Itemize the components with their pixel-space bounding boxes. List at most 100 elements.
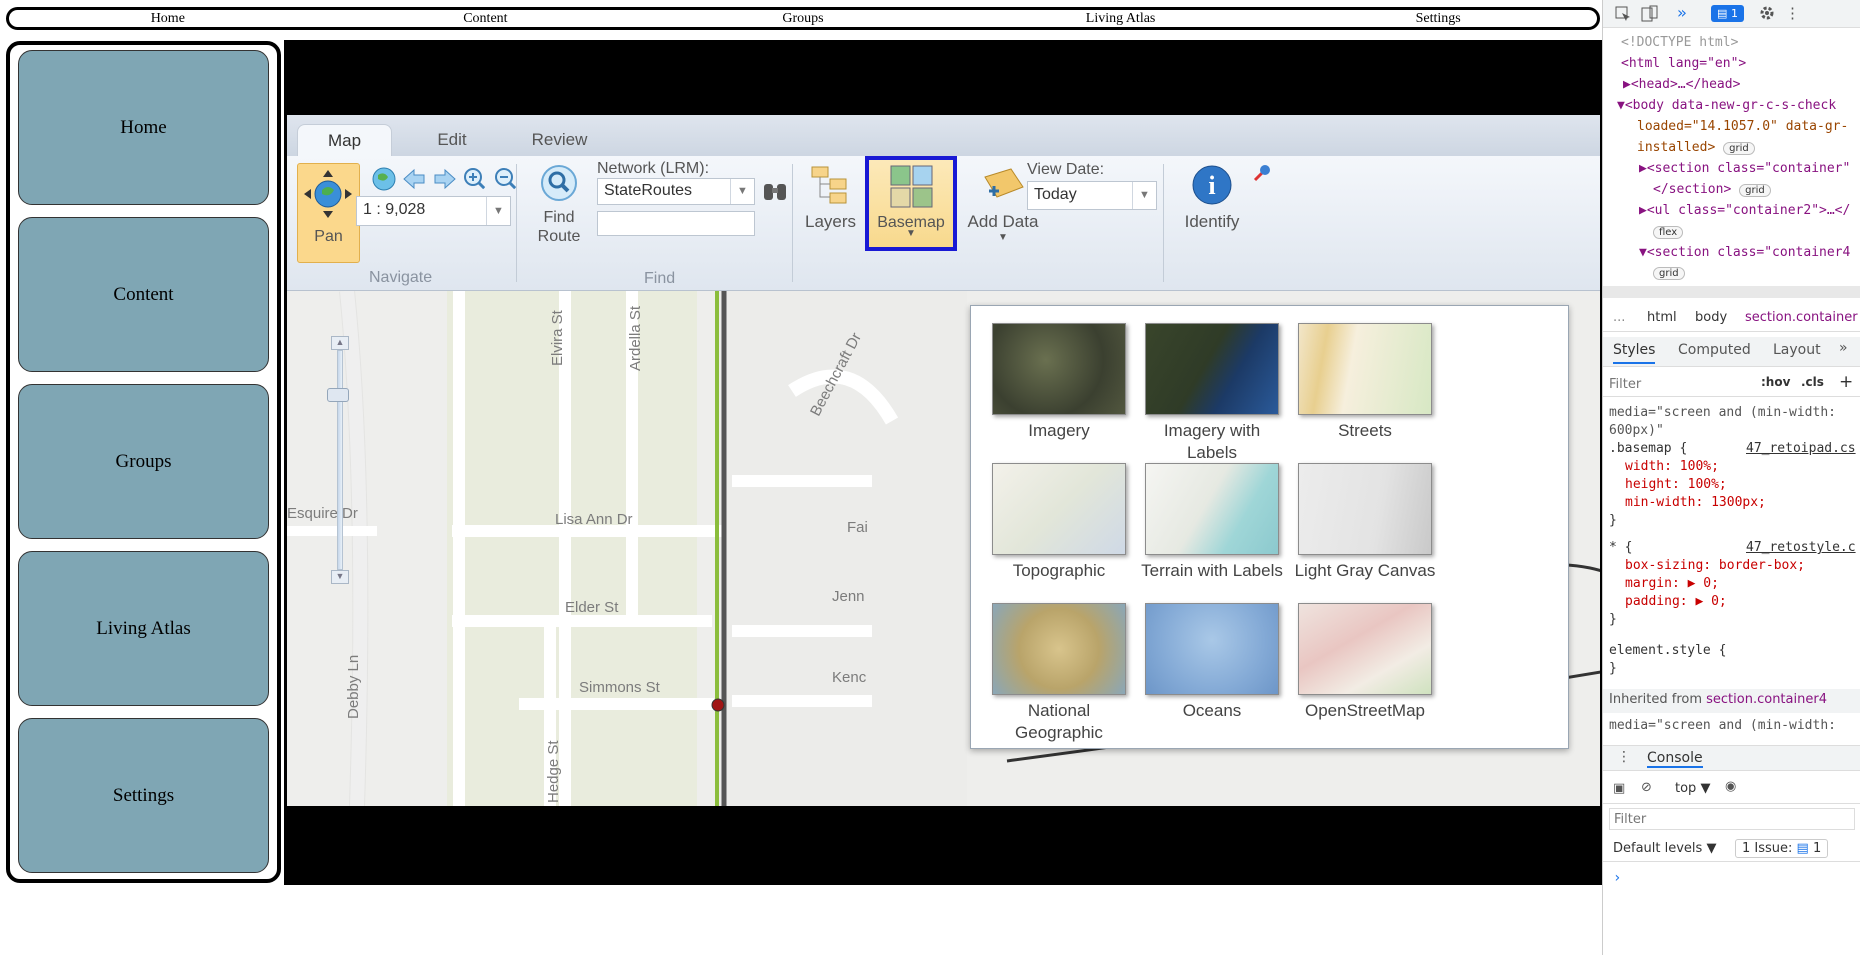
zoom-up-icon[interactable]: ▲ [331,336,349,350]
console-prompt-icon[interactable]: › [1613,870,1860,886]
stylesheet-link[interactable]: 47_retoipad.cs [1746,441,1856,456]
css-line[interactable]: min-width: 1300px; [1625,495,1860,510]
basemap-national-geographic[interactable]: National Geographic [984,603,1134,744]
expand-arrow-icon: ▶ [1639,203,1647,218]
styles-filter-input[interactable] [1609,374,1744,394]
view-date-select[interactable]: Today ▼ [1027,181,1157,210]
css-line[interactable]: box-sizing: border-box; [1625,558,1860,573]
grid-badge[interactable]: grid [1653,267,1685,280]
sidebar-item-groups[interactable]: Groups [18,384,269,539]
console-filter-input[interactable] [1609,808,1855,830]
sidebar-item-living-atlas[interactable]: Living Atlas [18,551,269,706]
context-select[interactable]: top ▼ [1675,781,1710,796]
basemap-light-gray-canvas[interactable]: Light Gray Canvas [1290,463,1440,582]
tab-review[interactable]: Review [517,124,602,156]
basemap-streets[interactable]: Streets [1290,323,1440,442]
zoom-down-icon[interactable]: ▼ [331,570,349,584]
video-frame[interactable]: Map Edit Review Pan 1: 9,028 ▼ Navigate… [284,40,1602,885]
basemap-openstreetmap[interactable]: OpenStreetMap [1290,603,1440,722]
topnav-groups-link[interactable]: Groups [644,11,962,27]
find-route-button[interactable]: Find Route [534,163,584,246]
more-tabs-icon[interactable]: » [1839,340,1848,356]
ribbon-toolbar: Pan 1 : 9,028 ▼ Navigate Find Route Netw… [287,156,1600,291]
html-line[interactable]: ▼<section class="container4 [1639,245,1860,260]
sidebar-item-home[interactable]: Home [18,50,269,205]
topnav-settings-link[interactable]: Settings [1279,11,1597,27]
more-tabs-icon[interactable]: » [1677,3,1687,22]
flex-badge[interactable]: flex [1653,226,1684,239]
chevron-down-icon: ▼ [730,179,754,204]
gear-icon[interactable] [1759,5,1775,21]
basemap-imagery-with-labels[interactable]: Imagery with Labels [1137,323,1287,464]
identify-button[interactable]: i Identify [1172,163,1252,232]
styles-tabs: Styles Computed Layout » [1603,337,1860,367]
html-line[interactable]: ▶<ul class="container2">…</ [1639,203,1860,218]
zoom-slider[interactable]: ▲ ▼ [327,336,349,584]
tab-map[interactable]: Map [297,124,392,156]
html-line[interactable]: ▼<body data-new-gr-c-s-check [1617,98,1860,113]
device-toggle-icon[interactable] [1641,5,1659,23]
basemap-topographic[interactable]: Topographic [984,463,1134,582]
html-line[interactable]: installed> grid [1637,140,1860,155]
basemap-oceans[interactable]: Oceans [1137,603,1287,722]
basemap-button[interactable]: Basemap ▼ [865,156,957,251]
css-line[interactable]: element.style { [1609,643,1860,658]
html-line[interactable]: loaded="14.1057.0" data-gr- [1637,119,1860,134]
tab-edit[interactable]: Edit [412,124,492,156]
globe-icon[interactable] [371,166,397,192]
zoom-slider-thumb[interactable] [327,388,349,402]
more-options-icon[interactable]: ⋮ [1785,4,1800,22]
css-line[interactable]: width: 100%; [1625,459,1860,474]
scale-select[interactable]: 1 : 9,028 ▼ [356,196,511,226]
pan-button[interactable]: Pan [297,163,360,263]
network-select[interactable]: StateRoutes ▼ [597,178,755,205]
html-line[interactable]: ▶<section class="container" [1639,161,1860,176]
tab-computed[interactable]: Computed [1678,342,1751,358]
zoom-in-icon[interactable] [462,166,488,192]
hov-toggle[interactable]: :hov [1761,375,1790,389]
inspect-icon[interactable] [1615,6,1631,22]
basemap-imagery[interactable]: Imagery [984,323,1134,442]
breadcrumb-item[interactable]: html [1647,310,1677,325]
grid-badge[interactable]: grid [1739,184,1771,197]
breadcrumb-item[interactable]: section.container [1745,310,1858,325]
tab-layout[interactable]: Layout [1773,342,1821,358]
drawer-menu-icon[interactable]: ⋮ [1617,749,1631,765]
breadcrumb-item[interactable]: ... [1613,310,1625,325]
tab-console[interactable]: Console [1647,750,1703,768]
find-input[interactable] [597,211,755,236]
log-levels-select[interactable]: Default levels ▼ [1613,841,1716,856]
breadcrumb-item[interactable]: body [1695,310,1727,325]
stylesheet-link[interactable]: 47_retostyle.c [1746,540,1856,555]
issues-badge[interactable]: ▤ 1 [1711,5,1744,22]
html-line[interactable]: <html lang="en"> [1621,56,1860,71]
html-line[interactable]: <!DOCTYPE html> [1621,35,1860,50]
html-line[interactable]: ▶<head>…</head> [1623,77,1860,92]
topnav-content-link[interactable]: Content [327,11,645,27]
add-rule-icon[interactable]: + [1839,372,1853,392]
sidebar-item-content[interactable]: Content [18,217,269,372]
html-line[interactable]: </section> grid [1653,182,1860,197]
css-line[interactable]: padding: ▶ 0; [1625,594,1860,609]
clear-console-icon[interactable]: ⊘ [1641,780,1652,795]
css-line[interactable]: height: 100%; [1625,477,1860,492]
sidebar-toggle-icon[interactable]: ▣ [1613,781,1625,796]
pin-icon[interactable] [1249,162,1273,186]
back-arrow-icon[interactable] [401,166,427,192]
eye-icon[interactable]: ◉ [1725,779,1736,794]
grid-badge[interactable]: grid [1723,142,1755,155]
tab-styles[interactable]: Styles [1613,342,1656,364]
horizontal-scrollbar[interactable] [1603,286,1860,298]
cls-toggle[interactable]: .cls [1801,375,1824,389]
basemap-terrain-with-labels[interactable]: Terrain with Labels [1137,463,1287,582]
binoculars-icon[interactable] [762,180,788,202]
topnav-living-atlas-link[interactable]: Living Atlas [962,11,1280,27]
layers-button[interactable]: Layers [805,163,856,232]
css-line[interactable]: margin: ▶ 0; [1625,576,1860,591]
topnav-home-link[interactable]: Home [9,11,327,27]
forward-arrow-icon[interactable] [432,166,458,192]
inherited-from-link[interactable]: section.container4 [1706,692,1827,707]
message-icon: ▤ [1796,841,1809,856]
issues-button[interactable]: 1 Issue: ▤ 1 [1735,839,1829,858]
sidebar-item-settings[interactable]: Settings [18,718,269,873]
